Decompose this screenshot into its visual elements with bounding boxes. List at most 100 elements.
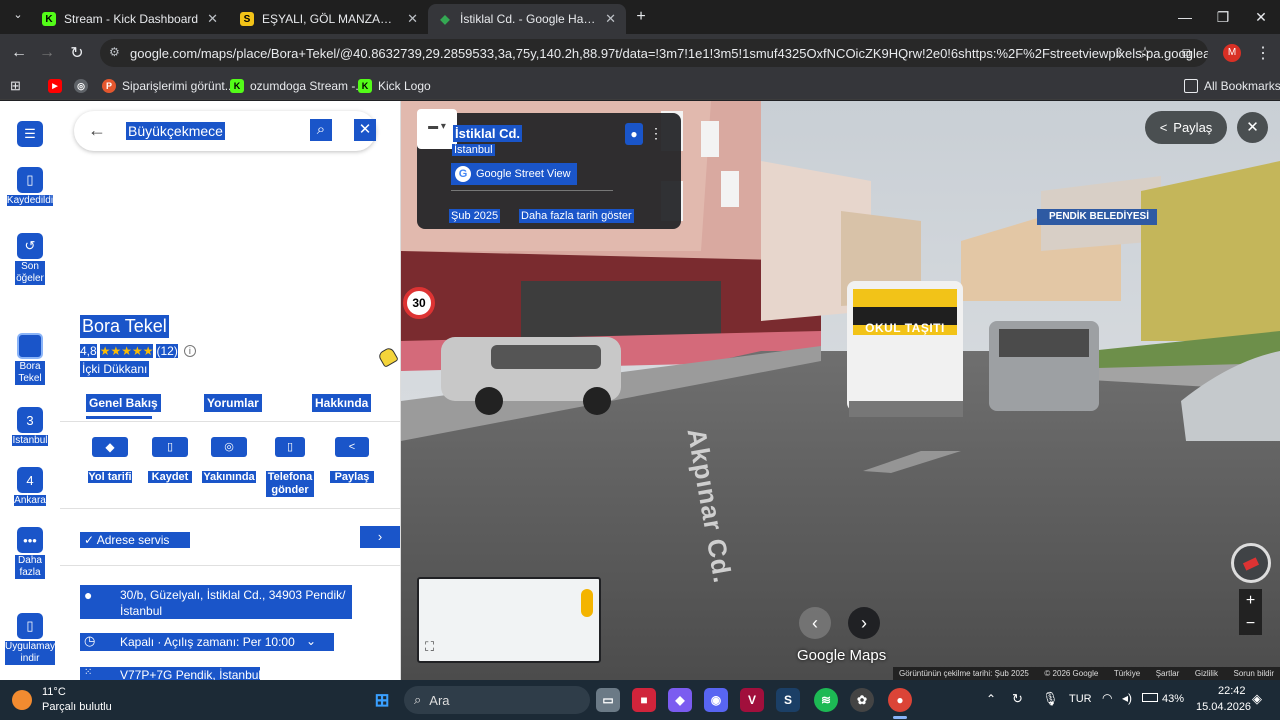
action-nearby[interactable]: ◎ Yakınında: [202, 437, 256, 483]
back-arrow-icon[interactable]: ←: [88, 120, 106, 141]
rail-bora-tekel[interactable]: Bora Tekel: [0, 333, 60, 385]
location-pin-button[interactable]: ●: [625, 123, 643, 145]
keyboard-toggle[interactable]: ▬ ▾: [417, 109, 457, 149]
notifications-icon[interactable]: ◈: [1252, 691, 1262, 707]
taskbar-search[interactable]: ⌕ Ara: [404, 686, 590, 714]
extensions-icon[interactable]: ⧉: [1174, 40, 1200, 66]
maximize-icon[interactable]: ❐: [1204, 0, 1242, 34]
task-view-icon[interactable]: ▭: [596, 688, 620, 712]
start-windows-icon[interactable]: ⊞: [370, 688, 394, 712]
copilot-icon[interactable]: ◆: [668, 688, 692, 712]
tray-chevron-icon[interactable]: ⌃: [986, 692, 996, 706]
street-view-area[interactable]: 30 OKUL TAŞITI PENDİK BELEDİYESİ Akpınar…: [401, 101, 1280, 680]
rail-istanbul[interactable]: 3 İstanbul: [0, 407, 60, 446]
more-vert-icon[interactable]: ⋮: [649, 125, 663, 142]
tab-search-icon[interactable]: ⌄: [8, 8, 28, 26]
rail-saved[interactable]: ▯ Kaydedildi: [0, 167, 60, 206]
forward-icon[interactable]: →: [34, 40, 60, 66]
hours-row[interactable]: ◷ Kapalı · Açılış zamanı: Per 10:00 ⌄: [80, 633, 334, 651]
next-view-button[interactable]: ›: [848, 607, 880, 639]
minimize-icon[interactable]: —: [1166, 0, 1204, 34]
action-send-phone[interactable]: ▯ Telefona gönder: [266, 437, 314, 497]
spotify-icon[interactable]: ≋: [814, 688, 838, 712]
place-category[interactable]: İçki Dükkanı: [80, 361, 150, 377]
tab-reviews[interactable]: Yorumlar: [204, 394, 262, 412]
zoom-out-button[interactable]: −: [1239, 613, 1262, 635]
profile-avatar[interactable]: M: [1223, 44, 1241, 62]
chatgpt-icon[interactable]: ✿: [850, 688, 874, 712]
tab-google-maps[interactable]: ◆ İstiklal Cd. - Google Haritalar ✕: [428, 4, 626, 34]
bookmark-kick-logo[interactable]: K Kick Logo: [358, 77, 431, 95]
compass-button[interactable]: [1231, 543, 1271, 583]
footer-terms[interactable]: Şartlar: [1156, 669, 1180, 678]
footer-country[interactable]: Türkiye: [1114, 669, 1140, 678]
bookmark-star-icon[interactable]: ☆: [1132, 40, 1158, 66]
clock-time[interactable]: 22:42: [1218, 685, 1246, 697]
weather-widget[interactable]: 11°C Parçalı bulutlu: [8, 684, 118, 716]
all-bookmarks[interactable]: All Bookmarks: [1184, 77, 1280, 95]
plus-code-row[interactable]: ⁙ V77P+7G Pendik, İstanbul: [80, 667, 261, 680]
bookmark-globe[interactable]: ◎: [74, 77, 94, 95]
google-street-view-brand[interactable]: G Google Street View: [451, 163, 577, 185]
menu-button[interactable]: ☰: [0, 121, 60, 149]
share-button[interactable]: < Paylaş: [1145, 111, 1227, 144]
reload-icon[interactable]: ↻: [64, 40, 90, 66]
site-info-icon[interactable]: ⚙: [109, 45, 120, 59]
discord-icon[interactable]: ◉: [704, 688, 728, 712]
rail-more[interactable]: ••• Daha fazla: [0, 527, 60, 579]
minimap[interactable]: ⛶: [417, 577, 601, 663]
action-save[interactable]: ▯ Kaydet: [148, 437, 192, 483]
review-count[interactable]: (12): [156, 344, 178, 358]
rail-recent[interactable]: ↺ Son öğeler: [0, 233, 60, 285]
close-tab-icon[interactable]: ✕: [407, 11, 418, 27]
info-icon[interactable]: i: [183, 345, 196, 357]
install-icon[interactable]: ⇪: [1106, 40, 1132, 66]
close-street-view-icon[interactable]: ✕: [1237, 112, 1268, 143]
tab-overview[interactable]: Genel Bakış: [86, 394, 161, 412]
action-share[interactable]: < Paylaş: [330, 437, 374, 483]
clear-search-icon[interactable]: ✕: [354, 119, 376, 141]
apps-grid-icon[interactable]: ⊞: [10, 77, 21, 95]
footer-report[interactable]: Sorun bildir: [1234, 669, 1274, 678]
language-indicator[interactable]: TUR: [1069, 693, 1092, 705]
new-tab-icon[interactable]: +: [632, 8, 650, 26]
search-icon[interactable]: ⌕: [310, 119, 332, 141]
tray-app-icon[interactable]: ↻: [1012, 691, 1023, 707]
hours-text: Kapalı · Açılış zamanı: Per 10:00: [120, 635, 295, 649]
nearby-icon: ◎: [211, 437, 247, 457]
back-icon[interactable]: ←: [6, 40, 32, 66]
volume-icon[interactable]: ◂): [1122, 691, 1132, 705]
address-row[interactable]: ● 30/b, Güzelyalı, İstiklal Cd., 34903 P…: [80, 585, 352, 619]
expand-map-icon[interactable]: ⛶: [425, 639, 434, 655]
tab-esyali[interactable]: S EŞYALI, GÖL MANZARALI Halka ✕: [230, 4, 428, 34]
previous-view-button[interactable]: ‹: [799, 607, 831, 639]
footer-privacy[interactable]: Gizlilik: [1195, 669, 1218, 678]
capture-date[interactable]: Şub 2025: [449, 209, 501, 223]
more-dates-link[interactable]: Daha fazla tarih göster: [519, 209, 634, 223]
action-directions[interactable]: ◆ Yol tarifi: [88, 437, 132, 483]
rail-ankara[interactable]: 4 Ankara: [0, 467, 60, 506]
chrome-icon[interactable]: ●: [888, 688, 912, 712]
steam-icon[interactable]: S: [776, 688, 800, 712]
rail-app-download[interactable]: ▯ Uygulamayı indir: [0, 613, 60, 665]
zoom-in-button[interactable]: +: [1239, 589, 1262, 613]
microphone-icon[interactable]: 🎙: [1042, 691, 1059, 707]
search-input[interactable]: Büyükçekmece: [126, 122, 225, 140]
tab-about[interactable]: Hakkında: [312, 394, 372, 412]
close-tab-icon[interactable]: ✕: [605, 11, 616, 27]
bookmark-ozumdoga[interactable]: Kozumdoga Stream -...: [230, 77, 365, 95]
twitch-like-icon[interactable]: V: [740, 688, 764, 712]
battery-icon[interactable]: [1142, 693, 1158, 702]
bookmark-youtube[interactable]: ▶: [48, 77, 68, 95]
tab-kick-dashboard[interactable]: K Stream - Kick Dashboard ✕: [32, 4, 228, 34]
menu-kebab-icon[interactable]: ⋮: [1250, 40, 1276, 66]
chevron-down-icon[interactable]: ⌄: [306, 634, 316, 648]
bookmark-siparislerim[interactable]: P Siparişlerimi görünt...: [102, 77, 235, 95]
clock-date[interactable]: 15.04.2026: [1196, 701, 1251, 713]
app-red-icon[interactable]: ■: [632, 688, 656, 712]
close-window-icon[interactable]: ✕: [1242, 0, 1280, 34]
expand-service-button[interactable]: ›: [360, 526, 400, 548]
address-bar[interactable]: ⚙ google.com/maps/place/Bora+Tekel/@40.8…: [100, 39, 1208, 67]
wifi-icon[interactable]: ◠: [1102, 691, 1112, 705]
close-tab-icon[interactable]: ✕: [207, 11, 218, 27]
